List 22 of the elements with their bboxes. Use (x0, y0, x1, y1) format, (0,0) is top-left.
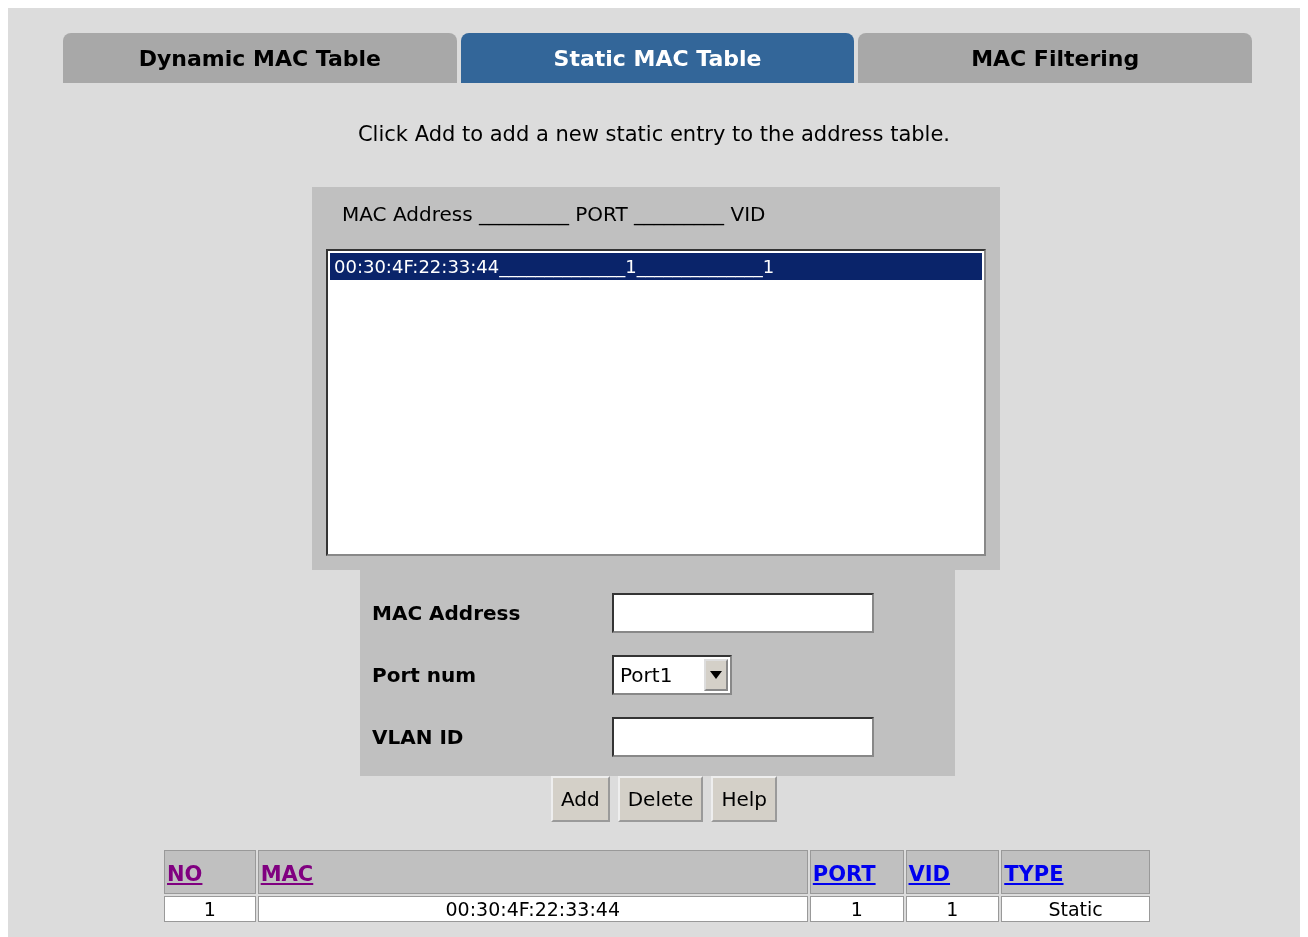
table-cell: 1 (905, 895, 1000, 922)
form-button[interactable]: Add (550, 775, 610, 822)
table-cell: Static (1001, 895, 1150, 922)
tab[interactable]: Dynamic MAC Table (63, 33, 457, 83)
list-header: MAC Address _________ PORT _________ VID (341, 200, 767, 228)
port-select[interactable]: Port1 (612, 654, 732, 695)
form-button[interactable]: Help (711, 775, 778, 822)
static-entry-listbox[interactable]: 00:30:4F:22:33:44______________1______________1 (326, 248, 986, 556)
field-label: Port num (372, 661, 478, 689)
input-field[interactable] (612, 716, 874, 757)
tab[interactable]: Static MAC Table (460, 33, 855, 83)
table-cell: 00:30:4F:22:33:44 (257, 895, 808, 922)
form-button[interactable]: Delete (617, 775, 704, 822)
input-field[interactable] (612, 592, 874, 633)
table-cell: 1 (164, 895, 256, 922)
list-entry[interactable]: 00:30:4F:22:33:44______________1______________1 (330, 252, 982, 280)
field-label: MAC Address (372, 599, 522, 627)
field-label: VLAN ID (372, 723, 465, 751)
table-cell: 1 (809, 895, 904, 922)
tab[interactable]: MAC Filtering (858, 33, 1252, 83)
instruction-text: Click Add to add a new static entry to the address table. (356, 121, 952, 148)
column-header-link[interactable]: MAC (260, 862, 314, 886)
